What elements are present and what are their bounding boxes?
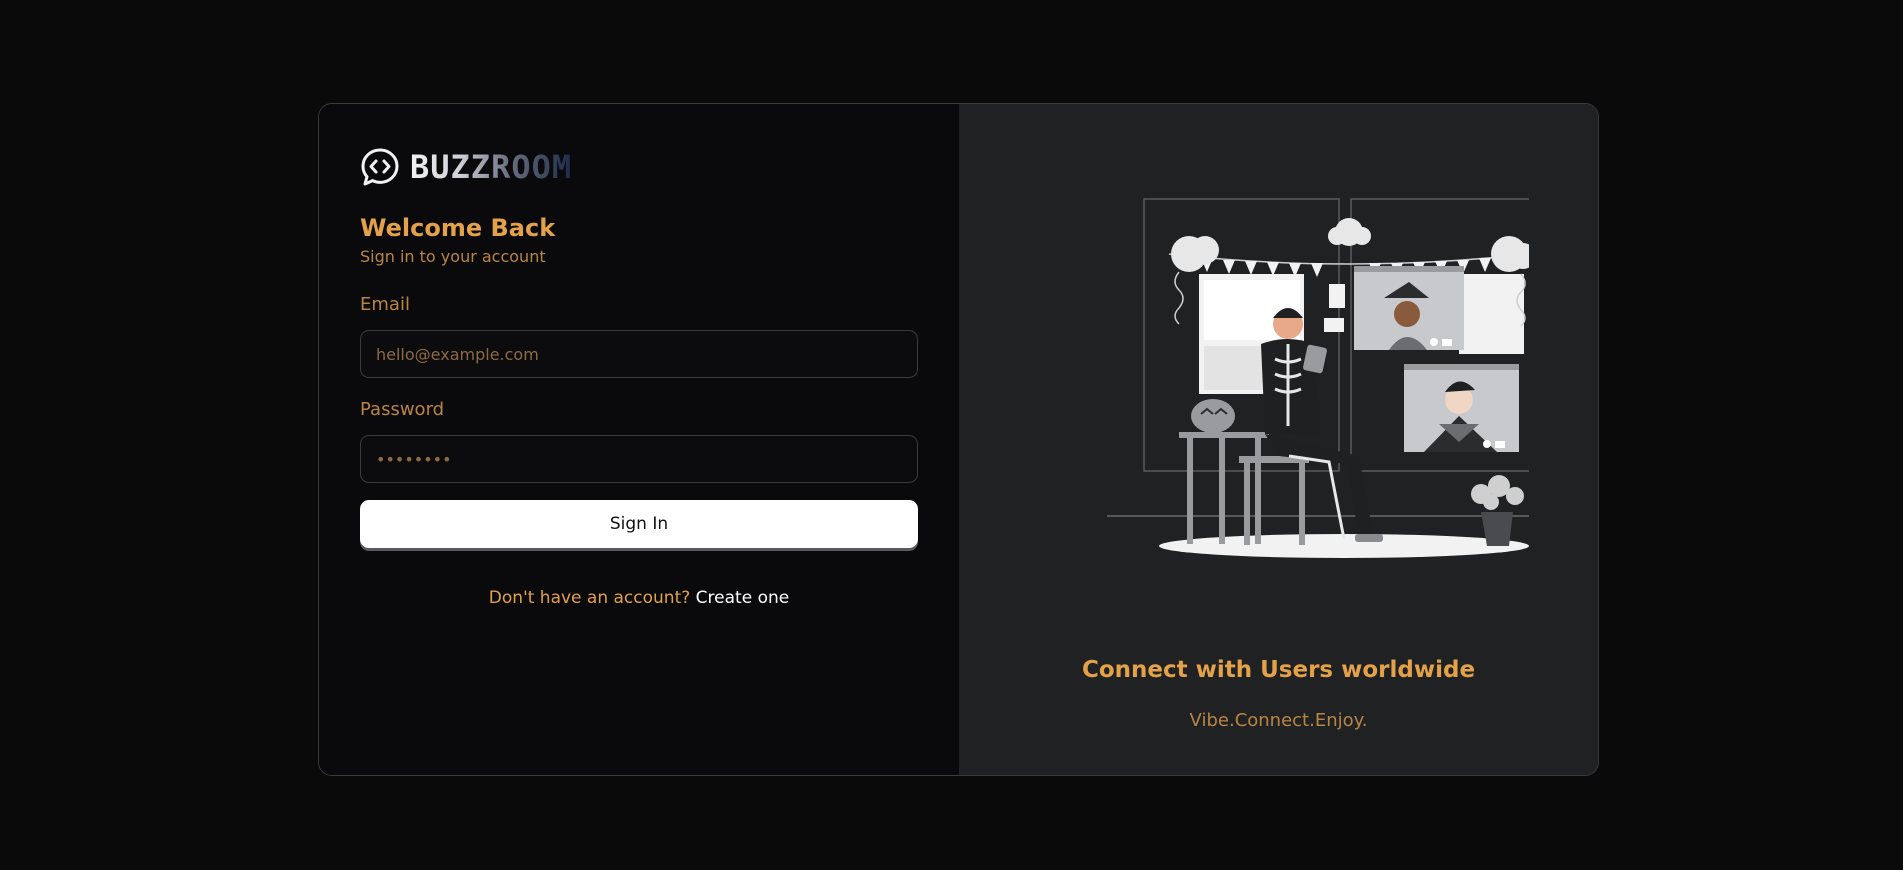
brand: BUZZROOM <box>360 147 572 187</box>
password-field[interactable] <box>360 435 918 483</box>
page-title: Welcome Back <box>360 214 556 242</box>
login-card: BUZZROOM Welcome Back Sign in to your ac… <box>318 103 1599 776</box>
promo-panel: Connect with Users worldwide Vibe.Connec… <box>959 104 1598 775</box>
create-account-link[interactable]: Create one <box>696 588 790 608</box>
signup-prompt-text: Don't have an account? <box>488 588 691 608</box>
brand-name: BUZZROOM <box>410 148 573 186</box>
signup-prompt-row: Don't have an account? Create one <box>360 588 918 608</box>
chat-bubble-code-icon <box>361 148 399 186</box>
sign-in-button[interactable]: Sign In <box>360 500 918 548</box>
login-panel: BUZZROOM Welcome Back Sign in to your ac… <box>319 104 959 775</box>
email-label: Email <box>360 294 410 315</box>
promo-heading: Connect with Users worldwide <box>1081 657 1476 683</box>
page-subtitle: Sign in to your account <box>360 247 546 266</box>
promo-subheading: Vibe.Connect.Enjoy. <box>1189 710 1368 731</box>
video-call-party-illustration <box>1107 198 1529 558</box>
password-label: Password <box>360 399 445 420</box>
email-field[interactable] <box>360 330 918 378</box>
